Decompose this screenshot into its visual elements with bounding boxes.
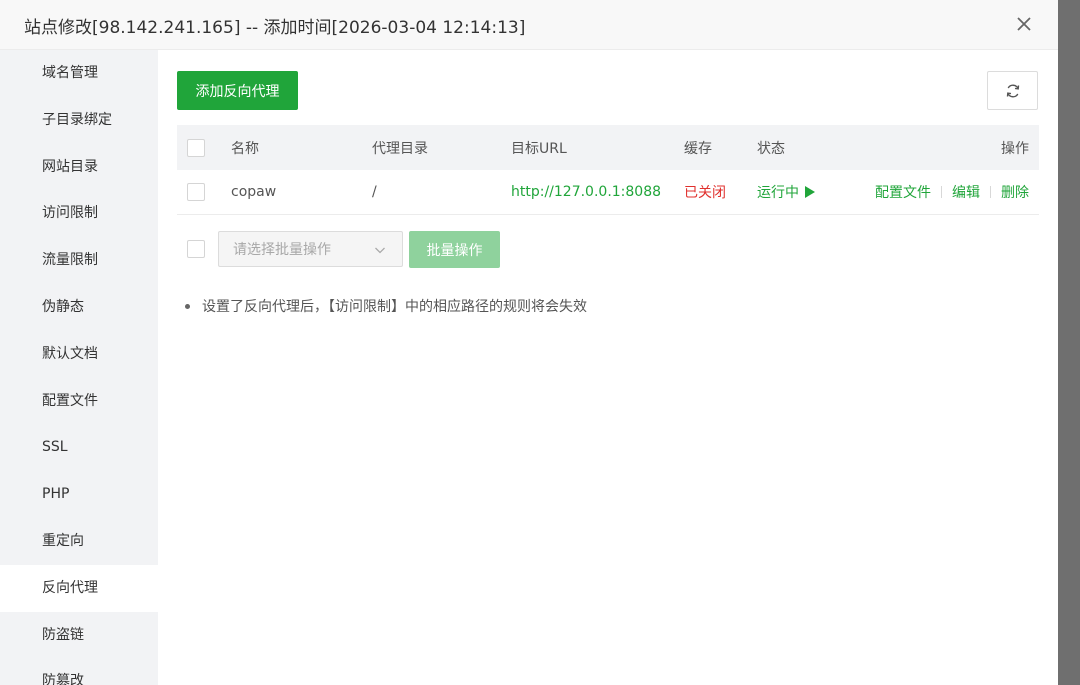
site-edit-dialog: 站点修改[98.142.241.165] -- 添加时间[2026-03-04 … — [0, 0, 1058, 685]
config-file-link[interactable]: 配置文件 — [875, 182, 931, 202]
row-proxy-dir: / — [372, 184, 377, 200]
dialog-header: 站点修改[98.142.241.165] -- 添加时间[2026-03-04 … — [0, 0, 1058, 50]
edit-link[interactable]: 编辑 — [952, 182, 980, 202]
sidebar-item-access-limit[interactable]: 访问限制 — [0, 190, 158, 237]
batch-bar: 请选择批量操作 批量操作 — [177, 231, 577, 268]
col-name: 名称 — [231, 140, 259, 157]
sidebar-item-redirect[interactable]: 重定向 — [0, 518, 158, 565]
play-icon — [805, 186, 815, 198]
sidebar-item-reverse-proxy[interactable]: 反向代理 — [0, 564, 158, 612]
batch-operation-select[interactable]: 请选择批量操作 — [218, 231, 403, 267]
col-status: 状态 — [757, 140, 785, 157]
table-row: copaw / http://127.0.0.1:8088 已关闭 运行中 配置… — [177, 170, 1039, 215]
close-icon[interactable] — [1012, 12, 1036, 36]
sidebar: 域名管理 子目录绑定 网站目录 访问限制 流量限制 伪静态 默认文档 配置文件 … — [0, 50, 158, 685]
sidebar-item-site-dir[interactable]: 网站目录 — [0, 144, 158, 191]
row-run-status[interactable]: 运行中 — [757, 170, 816, 214]
divider — [941, 186, 942, 198]
col-target-url: 目标URL — [511, 140, 567, 157]
sidebar-item-traffic-limit[interactable]: 流量限制 — [0, 237, 158, 284]
col-cache: 缓存 — [684, 140, 712, 157]
add-reverse-proxy-button[interactable]: 添加反向代理 — [177, 71, 298, 110]
col-proxy-dir: 代理目录 — [372, 140, 428, 157]
bullet-icon — [185, 303, 190, 309]
refresh-icon — [1006, 84, 1019, 97]
refresh-button[interactable] — [987, 71, 1038, 110]
proxy-table: 名称 代理目录 目标URL 缓存 状态 操作 copaw / http://12… — [177, 125, 1039, 215]
chevron-down-icon — [375, 247, 385, 254]
row-checkbox[interactable] — [187, 183, 205, 201]
batch-operation-button[interactable]: 批量操作 — [409, 231, 500, 268]
batch-select-placeholder: 请选择批量操作 — [233, 242, 331, 258]
row-target-url: http://127.0.0.1:8088 — [511, 184, 662, 200]
sidebar-item-default-doc[interactable]: 默认文档 — [0, 331, 158, 378]
sidebar-item-subdir-binding[interactable]: 子目录绑定 — [0, 97, 158, 144]
row-cache-status[interactable]: 已关闭 — [684, 170, 726, 214]
sidebar-item-rewrite[interactable]: 伪静态 — [0, 284, 158, 331]
backdrop-strip — [1058, 0, 1080, 685]
sidebar-item-ssl[interactable]: SSL — [0, 424, 158, 471]
divider — [990, 186, 991, 198]
sidebar-item-tamper-proof[interactable]: 防篡改 — [0, 658, 158, 685]
table-header: 名称 代理目录 目标URL 缓存 状态 操作 — [177, 125, 1039, 170]
row-actions: 配置文件 编辑 删除 — [875, 170, 1029, 214]
row-run-status-label: 运行中 — [757, 185, 799, 201]
delete-link[interactable]: 删除 — [1001, 182, 1029, 202]
sidebar-item-config-file[interactable]: 配置文件 — [0, 378, 158, 425]
tips-list: 设置了反向代理后，【访问限制】中的相应路径的规则将会失效 — [185, 296, 587, 316]
batch-select-checkbox[interactable] — [187, 240, 205, 258]
sidebar-item-hotlink[interactable]: 防盗链 — [0, 612, 158, 659]
row-name: copaw — [231, 184, 277, 200]
select-all-checkbox[interactable] — [187, 138, 205, 157]
col-ops: 操作 — [1001, 140, 1029, 157]
tip-text: 设置了反向代理后，【访问限制】中的相应路径的规则将会失效 — [202, 299, 587, 315]
sidebar-item-domain[interactable]: 域名管理 — [0, 50, 158, 97]
dialog-title: 站点修改[98.142.241.165] -- 添加时间[2026-03-04 … — [24, 18, 526, 38]
sidebar-item-php[interactable]: PHP — [0, 471, 158, 518]
main-panel: 添加反向代理 名称 代理目录 目标URL 缓存 状态 操作 copaw / ht… — [158, 50, 1058, 685]
